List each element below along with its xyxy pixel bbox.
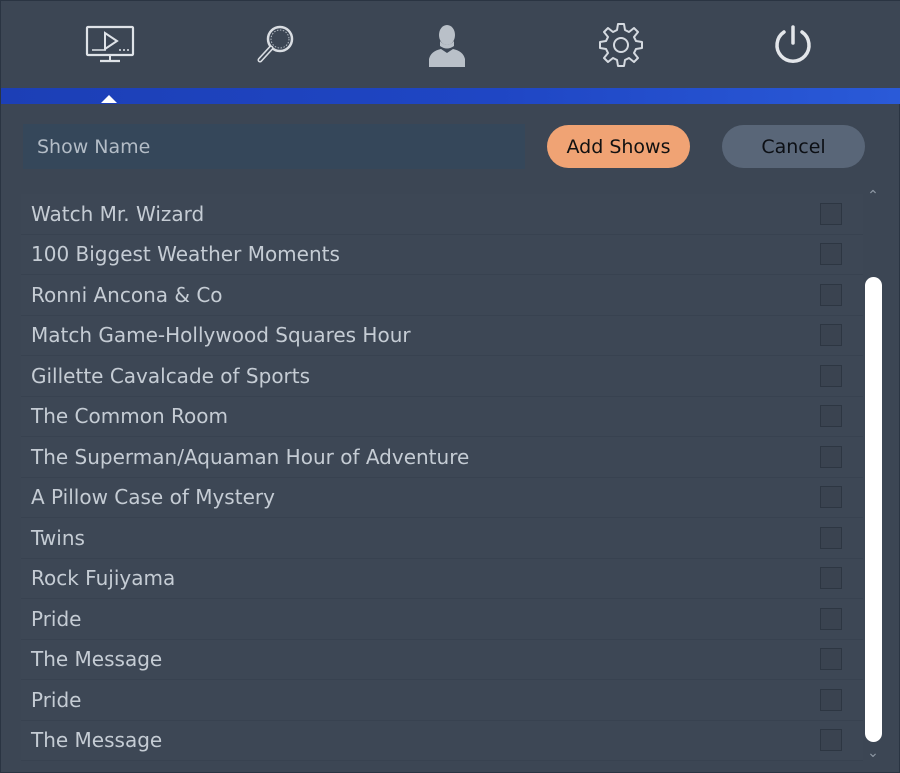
show-list: Watch Mr. Wizard 100 Biggest Weather Mome… <box>21 194 863 766</box>
show-title: Pride <box>31 687 82 712</box>
nav-accent-bar <box>1 88 900 104</box>
add-shows-button[interactable]: Add Shows <box>547 125 690 168</box>
nav-profile-button[interactable] <box>417 15 477 75</box>
show-list-item[interactable]: Twins <box>21 518 863 559</box>
show-checkbox[interactable] <box>820 567 842 590</box>
show-list-item[interactable]: Watch Mr. Wizard <box>21 194 863 235</box>
scroll-down-arrow[interactable]: ⌄ <box>865 746 881 760</box>
nav-tv-button[interactable] <box>80 15 140 75</box>
show-list-item[interactable]: Pride <box>21 599 863 640</box>
show-title: The Message <box>31 728 163 753</box>
show-name-input[interactable] <box>23 124 525 169</box>
show-list-item[interactable]: Gillette Cavalcade of Sports <box>21 356 863 397</box>
show-checkbox[interactable] <box>820 324 842 347</box>
show-list-item[interactable]: The Superman/Aquaman Hour of Adventure <box>21 437 863 478</box>
show-title: The Message <box>31 647 163 672</box>
add-shows-toolbar: Add Shows Cancel <box>1 104 900 184</box>
show-title: Rock Fujiyama <box>31 566 176 591</box>
gear-icon <box>599 23 643 67</box>
show-list-item[interactable]: The Message <box>21 720 863 761</box>
show-list-item[interactable]: Pride <box>21 680 863 721</box>
show-list-item[interactable]: The Common Room <box>21 396 863 437</box>
show-list-item[interactable]: A Pillow Case of Mystery <box>21 477 863 518</box>
show-checkbox[interactable] <box>820 607 842 630</box>
user-icon <box>429 25 465 67</box>
show-checkbox[interactable] <box>820 445 842 468</box>
show-title: 100 Biggest Weather Moments <box>31 242 340 267</box>
search-icon <box>257 25 294 63</box>
show-checkbox[interactable] <box>820 405 842 428</box>
show-list-item[interactable]: Match Game-Hollywood Squares Hour <box>21 315 863 356</box>
active-tab-indicator <box>101 95 117 103</box>
show-title: Twins <box>31 525 85 550</box>
power-icon <box>775 25 811 63</box>
show-checkbox[interactable] <box>820 364 842 387</box>
show-checkbox[interactable] <box>820 243 842 266</box>
show-list-item[interactable]: 100 Biggest Weather Moments <box>21 234 863 275</box>
show-title: Watch Mr. Wizard <box>31 201 205 226</box>
scrollbar-thumb[interactable] <box>865 277 882 742</box>
show-checkbox[interactable] <box>820 688 842 711</box>
show-title: Ronni Ancona & Co <box>31 282 223 307</box>
show-title: Gillette Cavalcade of Sports <box>31 363 311 388</box>
show-list-item[interactable]: Ronni Ancona & Co <box>21 275 863 316</box>
scroll-up-arrow[interactable]: ⌃ <box>865 189 881 203</box>
app-window: Add Shows Cancel Watch Mr. Wizard 100 Big… <box>0 0 900 773</box>
show-title: Match Game-Hollywood Squares Hour <box>31 323 411 348</box>
nav-settings-button[interactable] <box>591 15 651 75</box>
nav-power-button[interactable] <box>763 15 823 75</box>
nav-search-button[interactable] <box>245 15 305 75</box>
show-title: The Common Room <box>31 404 228 429</box>
show-title: Pride <box>31 606 82 631</box>
show-title: The Superman/Aquaman Hour of Adventure <box>31 444 470 469</box>
show-list-item[interactable]: The Message <box>21 639 863 680</box>
show-title: A Pillow Case of Mystery <box>31 485 275 510</box>
show-checkbox[interactable] <box>820 729 842 752</box>
show-checkbox[interactable] <box>820 486 842 509</box>
show-checkbox[interactable] <box>820 648 842 671</box>
show-list-item[interactable]: Rock Fujiyama <box>21 558 863 599</box>
top-navigation <box>1 1 900 89</box>
cancel-button[interactable]: Cancel <box>722 125 865 168</box>
tv-icon <box>85 25 135 63</box>
show-checkbox[interactable] <box>820 526 842 549</box>
show-checkbox[interactable] <box>820 283 842 306</box>
show-checkbox[interactable] <box>820 202 842 225</box>
